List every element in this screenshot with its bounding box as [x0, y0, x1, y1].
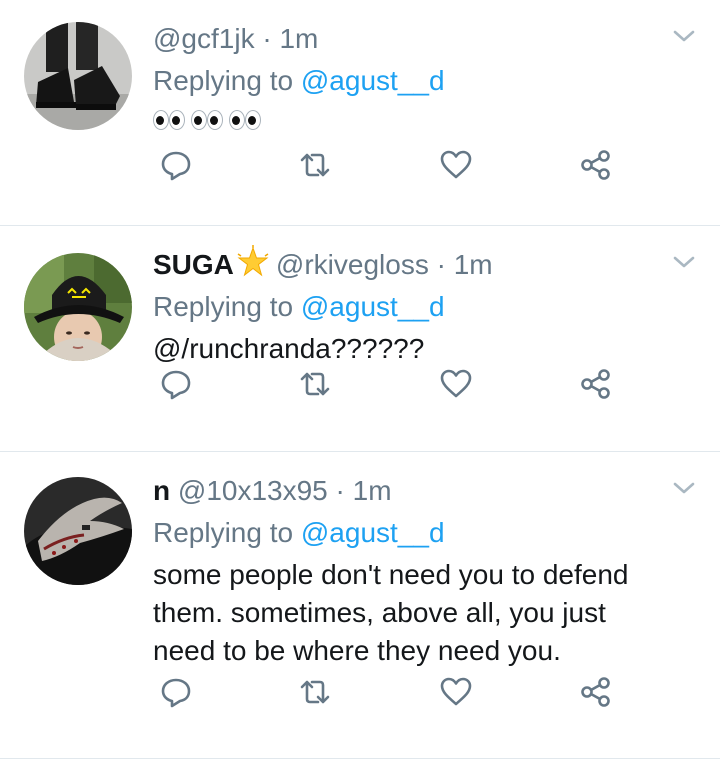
- separator-dot: ·: [254, 23, 280, 54]
- hand-photo-avatar: [24, 477, 132, 585]
- tweet-text: some people don't need you to defend the…: [153, 559, 629, 666]
- replying-label: Replying to: [153, 65, 301, 96]
- share-button[interactable]: [578, 148, 612, 182]
- person-bucket-hat-avatar: [24, 253, 132, 361]
- reply-mention-link[interactable]: @agust__d: [301, 517, 445, 548]
- share-icon: [581, 677, 610, 707]
- tweet-1[interactable]: @gcf1jk · 1m Replying to @agust__d: [0, 0, 720, 226]
- display-name[interactable]: SUGA: [153, 249, 234, 280]
- tweet-header: SUGA @rkivegloss · 1m: [153, 244, 660, 286]
- chevron-down-icon[interactable]: [672, 254, 696, 270]
- retweet-button[interactable]: [298, 675, 332, 709]
- heart-icon: [440, 677, 472, 706]
- like-button[interactable]: [439, 148, 473, 182]
- replying-to: Replying to @agust__d: [153, 60, 660, 102]
- timestamp[interactable]: 1m: [279, 23, 318, 54]
- retweet-icon: [300, 680, 330, 704]
- separator-dot: ·: [428, 249, 454, 280]
- reply-icon: [161, 678, 191, 708]
- tweet-text-eyes-emoji: [153, 110, 660, 130]
- avatar[interactable]: [24, 253, 132, 361]
- boots-photo-avatar: [24, 22, 132, 130]
- timestamp[interactable]: 1m: [454, 249, 493, 280]
- tweet-3[interactable]: n @10x13x95 · 1m Replying to @agust__d s…: [0, 452, 720, 759]
- avatar[interactable]: [24, 22, 132, 130]
- eyes-icon: [153, 110, 185, 130]
- chevron-down-icon[interactable]: [672, 28, 696, 44]
- replying-label: Replying to: [153, 291, 301, 322]
- retweet-button[interactable]: [298, 148, 332, 182]
- tweet-actions: [153, 148, 623, 188]
- timestamp[interactable]: 1m: [353, 475, 392, 506]
- avatar[interactable]: [24, 477, 132, 585]
- reply-button[interactable]: [159, 367, 193, 401]
- separator-dot: ·: [327, 475, 353, 506]
- share-button[interactable]: [578, 367, 612, 401]
- replying-to: Replying to @agust__d: [153, 512, 660, 554]
- share-icon: [581, 369, 610, 399]
- handle[interactable]: @rkivegloss: [276, 249, 429, 280]
- like-button[interactable]: [439, 367, 473, 401]
- like-button[interactable]: [439, 675, 473, 709]
- reply-button[interactable]: [159, 675, 193, 709]
- tweet-actions: [153, 675, 623, 715]
- tweet-text: @/runchranda??????: [153, 333, 425, 364]
- retweet-icon: [300, 372, 330, 396]
- glowing-star-icon: [237, 245, 269, 277]
- reply-mention-link[interactable]: @agust__d: [301, 291, 445, 322]
- share-button[interactable]: [578, 675, 612, 709]
- handle[interactable]: @10x13x95: [178, 475, 328, 506]
- eyes-icon: [191, 110, 223, 130]
- reply-button[interactable]: [159, 148, 193, 182]
- chevron-down-icon[interactable]: [672, 480, 696, 496]
- reply-icon: [161, 151, 191, 181]
- tweet-header: n @10x13x95 · 1m: [153, 470, 660, 512]
- heart-icon: [440, 369, 472, 398]
- reply-mention-link[interactable]: @agust__d: [301, 65, 445, 96]
- tweet-2[interactable]: SUGA @rkivegloss · 1m Replying to @agust_…: [0, 226, 720, 452]
- eyes-icon: [229, 110, 261, 130]
- display-name[interactable]: n: [153, 475, 170, 506]
- tweet-header: @gcf1jk · 1m: [153, 18, 660, 60]
- handle-spacer: [170, 475, 178, 506]
- retweet-icon: [300, 153, 330, 177]
- handle[interactable]: @gcf1jk: [153, 23, 255, 54]
- replying-to: Replying to @agust__d: [153, 286, 660, 328]
- heart-icon: [440, 150, 472, 179]
- reply-icon: [161, 370, 191, 400]
- replying-label: Replying to: [153, 517, 301, 548]
- share-icon: [581, 150, 610, 180]
- retweet-button[interactable]: [298, 367, 332, 401]
- tweet-actions: [153, 367, 623, 407]
